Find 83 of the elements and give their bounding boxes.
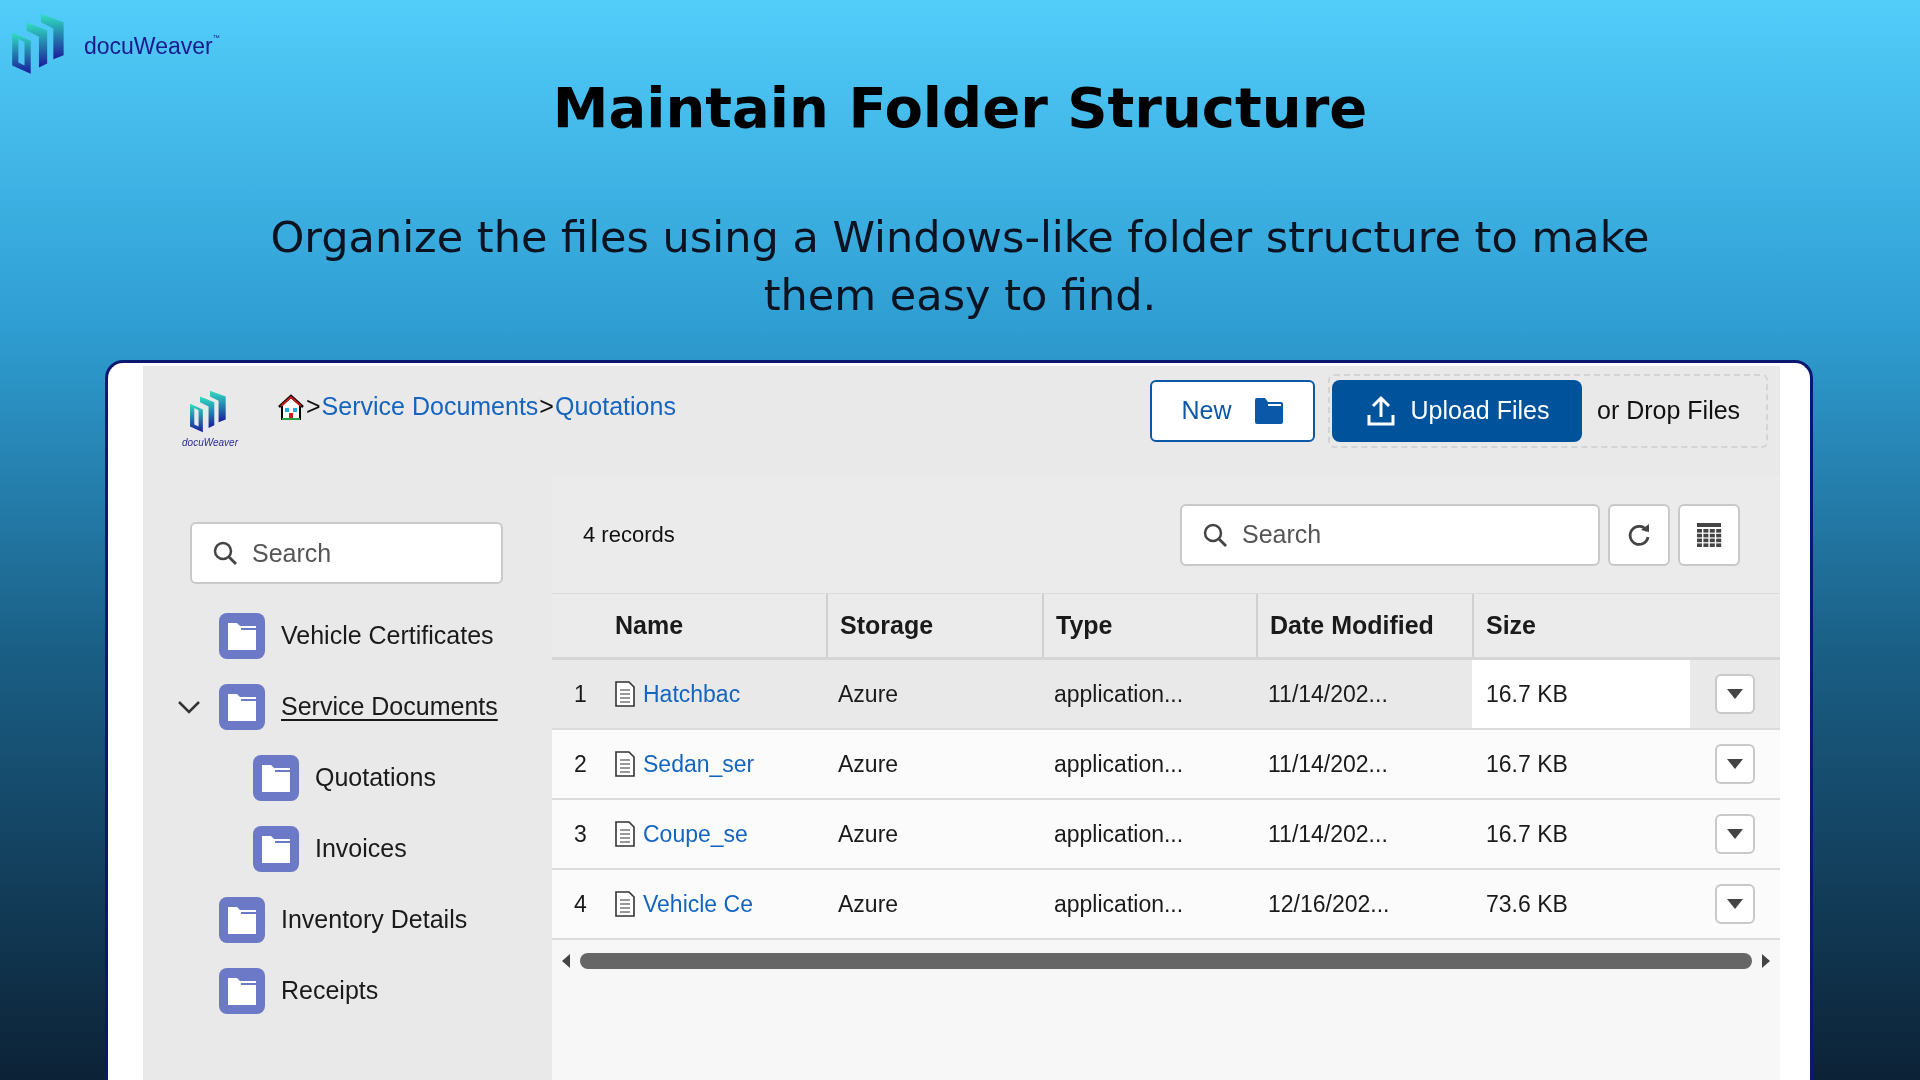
table-cell-text: 16.7 KB [1485,749,1569,779]
column-header[interactable]: Name [615,594,826,657]
caret-down-icon [1726,758,1744,770]
file-name-link[interactable]: Hatchbac [643,676,741,712]
table-cell-text: 11/14/202... [1267,819,1389,849]
document-icon [615,751,635,777]
column-settings-button[interactable] [1678,503,1740,566]
chevron-down-icon[interactable] [177,699,201,714]
table-cell-text: application... [1053,749,1185,779]
table-cell-text: application... [1053,819,1185,849]
logo-text: docuWeaver [182,438,238,448]
folder-icon [219,896,265,943]
document-icon [615,891,635,917]
caret-down-icon [1726,898,1744,910]
table-cell-text: 73.6 KB [1485,889,1569,919]
subheadline: Organize the files using a Windows-like folder structure to make them easy to find. [269,211,1651,322]
row-number: 1 [573,679,588,709]
scroll-right-icon[interactable] [1760,953,1772,969]
scrollbar-thumb[interactable] [580,953,1752,969]
row-actions-button[interactable] [1715,744,1755,784]
row-actions-button[interactable] [1715,814,1755,854]
search-icon [1202,521,1228,548]
folder-item[interactable]: Quotations [315,758,436,797]
document-icon [615,821,635,847]
breadcrumb-link[interactable]: Service Documents [321,388,539,426]
table-cell: 16.7 KB [1472,660,1690,728]
folder-icon [253,825,299,872]
column-header[interactable]: Date Modified [1256,594,1472,657]
drop-hint: or Drop Files [1597,395,1741,427]
folder-icon [219,967,265,1014]
new-folder-button[interactable]: New [1150,380,1315,442]
folder-icon [219,612,265,659]
folder-icon [1253,397,1284,425]
table-row[interactable]: 3 Coupe_se Azure application... 11/14/202... 16.7 KB [552,800,1780,870]
folder-item[interactable]: Invoices [315,829,407,868]
table-cell-text: 12/16/202... [1267,889,1391,919]
caret-down-icon [1726,828,1744,840]
row-number: 4 [573,889,588,919]
document-icon [615,681,635,707]
table-row[interactable]: 1 Hatchbac Azure application... 11/14/202... 16.7 KB [552,660,1780,730]
folder-item[interactable]: Service Documents [281,687,498,726]
table-cell-text: Azure [837,679,900,709]
brand-name: docuWeaver [84,31,213,61]
row-number: 3 [573,819,588,849]
file-name-link[interactable]: Coupe_se [643,816,748,852]
table-cell-text: application... [1053,679,1185,709]
table-cell-text: 16.7 KB [1485,819,1569,849]
table-search-field[interactable]: Search [1180,503,1600,566]
record-count: 4 records [583,521,675,549]
caret-down-icon [1726,688,1744,700]
breadcrumb-separator: > [539,391,554,422]
breadcrumb-link[interactable]: Quotations [554,388,676,426]
table-row[interactable]: 2 Sedan_ser Azure application... 11/14/202... 16.7 KB [552,730,1780,800]
refresh-icon [1626,521,1652,548]
table-cell-text: Azure [837,819,900,849]
refresh-button[interactable] [1608,503,1670,566]
column-header[interactable]: Type [1042,594,1256,657]
folder-icon [253,754,299,801]
folder-search-field[interactable]: Search [190,522,503,584]
table-row[interactable]: 4 Vehicle Ce Azure application... 12/16/202... 73.6 KB [552,870,1780,940]
table-cell-text: Azure [837,889,900,919]
file-name-link[interactable]: Vehicle Ce [643,886,753,922]
folder-item[interactable]: Receipts [281,971,379,1010]
row-actions-button[interactable] [1715,884,1755,924]
table-cell-text: Azure [837,749,900,779]
breadcrumb-separator: > [306,391,321,422]
file-name-link[interactable]: Sedan_ser [643,746,755,782]
folder-item[interactable]: Vehicle Certificates [281,616,494,655]
table-cell-text: 11/14/202... [1267,679,1389,709]
table-cell-text: 11/14/202... [1267,749,1389,779]
column-header[interactable]: Storage [826,594,1042,657]
scroll-left-icon[interactable] [560,953,572,969]
folder-icon [219,683,265,730]
row-number: 2 [573,749,588,779]
row-actions-button[interactable] [1715,674,1755,714]
home-icon[interactable] [277,392,305,421]
grid-icon [1696,521,1722,548]
search-icon [212,540,238,566]
upload-files-button[interactable]: Upload Files [1332,380,1582,442]
table-cell-text: application... [1053,889,1185,919]
folder-item[interactable]: Inventory Details [281,900,468,939]
headline: Maintain Folder Structure [551,80,1369,136]
column-header[interactable]: Size [1472,594,1690,657]
